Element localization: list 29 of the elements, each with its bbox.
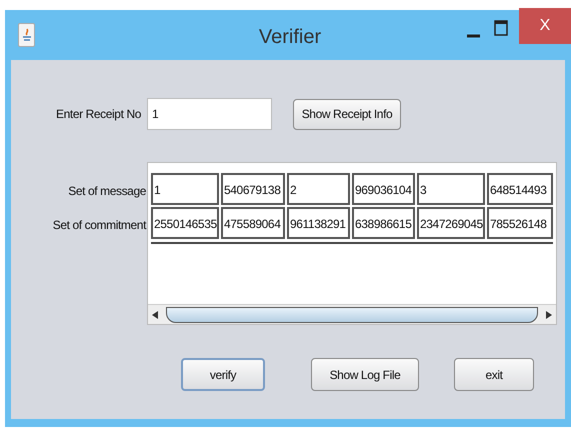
- action-button[interactable]: Show Log File: [311, 358, 419, 391]
- table-cell: 785526148: [487, 207, 553, 239]
- scroll-right-icon[interactable]: [546, 310, 552, 318]
- close-button[interactable]: X: [519, 8, 571, 44]
- scroll-left-icon[interactable]: [152, 310, 158, 318]
- minimize-icon[interactable]: [467, 34, 480, 38]
- scrollbar-thumb[interactable]: [166, 306, 538, 322]
- receipt-label: Enter Receipt No: [55, 106, 141, 123]
- table-cell: 961138291: [287, 207, 350, 239]
- horizontal-scrollbar[interactable]: [148, 304, 556, 324]
- maximize-icon[interactable]: [494, 20, 508, 36]
- window-title: Verifier: [258, 25, 322, 50]
- show-receipt-button[interactable]: Show Receipt Info: [293, 98, 401, 130]
- row-label: Set of message: [68, 183, 146, 200]
- table-cell: 1: [151, 173, 219, 205]
- table-cell: 540679138: [221, 173, 285, 205]
- row-label: Set of commitment: [52, 217, 146, 234]
- table-cell: 3: [417, 173, 485, 205]
- action-button[interactable]: verify: [181, 358, 265, 391]
- action-button[interactable]: exit: [454, 358, 534, 391]
- table-cell: 2347269045: [417, 207, 485, 239]
- table-cell: 2550146535: [151, 207, 219, 239]
- table-cell: 475589064: [221, 207, 285, 239]
- table-cell: 2: [287, 173, 350, 205]
- receipt-field[interactable]: 1: [147, 98, 272, 130]
- table-cell: 638986615: [352, 207, 415, 239]
- table-cell: 648514493: [487, 173, 553, 205]
- table-cell: 969036104: [352, 173, 415, 205]
- app-icon: [18, 23, 35, 47]
